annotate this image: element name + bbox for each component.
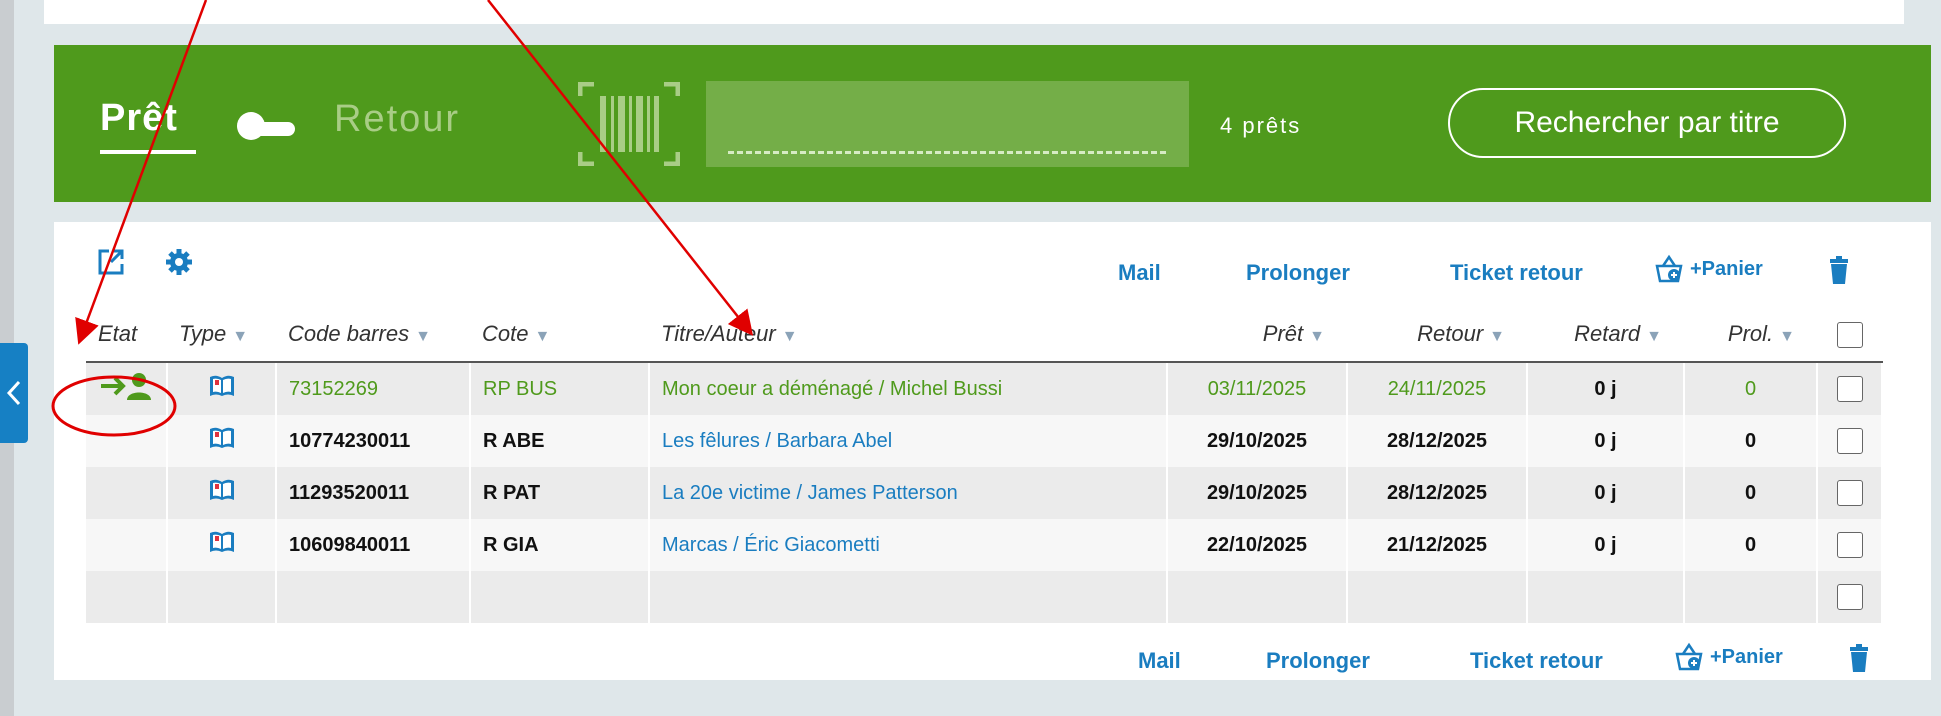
book-icon	[209, 479, 234, 500]
table-row-empty	[86, 571, 1883, 623]
table-row[interactable]: 11293520011 R PAT La 20e victime / James…	[86, 467, 1883, 519]
titre-auteur-link[interactable]: Les fêlures / Barbara Abel	[649, 415, 1168, 467]
loan-count: 4 prêts	[1220, 113, 1302, 138]
basket-add-icon[interactable]	[1674, 642, 1704, 672]
mode-toggle[interactable]	[237, 112, 297, 140]
col-titre-auteur[interactable]: Titre/Auteur ▼	[649, 307, 1167, 363]
chevron-left-icon	[6, 380, 21, 406]
col-pret[interactable]: Prêt ▼	[1167, 307, 1347, 363]
ticket-retour-button-top[interactable]: Ticket retour	[1450, 260, 1583, 286]
cote-cell: RP BUS	[470, 362, 650, 415]
export-icon[interactable]	[97, 248, 125, 276]
col-type[interactable]: Type ▼	[167, 307, 276, 363]
row-checkbox[interactable]	[1836, 532, 1863, 558]
loans-table: Etat Type ▼ Code barres ▼ Cote ▼ Titre/Aute…	[86, 307, 1883, 623]
pret-cell: 29/10/2025	[1167, 467, 1348, 519]
code-barres-cell: 11293520011	[276, 467, 471, 519]
row-checkbox[interactable]	[1836, 584, 1863, 610]
code-barres-cell: 10609840011	[276, 519, 471, 571]
ticket-retour-button-bottom[interactable]: Ticket retour	[1470, 648, 1603, 674]
retard-cell: 0 j	[1527, 415, 1685, 467]
table-row[interactable]: 10774230011 R ABE Les fêlures / Barbara …	[86, 415, 1883, 467]
retour-cell: 21/12/2025	[1347, 519, 1528, 571]
mail-button-bottom[interactable]: Mail	[1138, 648, 1181, 674]
trash-icon[interactable]	[1848, 644, 1870, 672]
select-cell	[1817, 415, 1883, 467]
code-barres-cell: 10774230011	[276, 415, 471, 467]
select-cell	[1817, 519, 1883, 571]
prol-cell: 0	[1684, 467, 1818, 519]
panier-button-top[interactable]: +Panier	[1690, 258, 1763, 281]
titre-auteur-link[interactable]: La 20e victime / James Patterson	[649, 467, 1168, 519]
sidebar-collapse-button[interactable]	[0, 343, 28, 443]
type-cell	[167, 415, 277, 467]
retour-cell: 28/12/2025	[1347, 415, 1528, 467]
titre-auteur-link[interactable]: Mon coeur a déménagé / Michel Bussi	[649, 362, 1168, 415]
col-prol[interactable]: Prol. ▼	[1684, 307, 1817, 363]
row-checkbox[interactable]	[1836, 376, 1863, 402]
table-header: Etat Type ▼ Code barres ▼ Cote ▼ Titre/Aute…	[86, 307, 1882, 363]
trash-icon[interactable]	[1828, 256, 1850, 284]
select-cell	[1817, 467, 1883, 519]
col-code-barres[interactable]: Code barres ▼	[276, 307, 470, 363]
basket-add-icon[interactable]	[1654, 254, 1684, 284]
select-all-checkbox[interactable]	[1836, 321, 1863, 348]
etat-cell	[86, 415, 168, 467]
retard-cell: 0 j	[1527, 519, 1685, 571]
retour-cell: 28/12/2025	[1347, 467, 1528, 519]
pret-cell: 03/11/2025	[1167, 362, 1348, 415]
prol-cell: 0	[1684, 415, 1818, 467]
book-icon	[209, 531, 234, 552]
prolonger-button-top[interactable]: Prolonger	[1246, 260, 1350, 286]
col-select-all	[1817, 307, 1882, 363]
col-retard[interactable]: Retard ▼	[1527, 307, 1684, 363]
gear-icon[interactable]	[164, 247, 194, 277]
retard-cell: 0 j	[1527, 467, 1685, 519]
pret-cell: 29/10/2025	[1167, 415, 1348, 467]
search-by-title-button[interactable]: Rechercher par titre	[1448, 88, 1846, 158]
code-barres-cell: 73152269	[276, 362, 471, 415]
book-icon	[209, 427, 234, 448]
prol-cell: 0	[1684, 362, 1818, 415]
prolonger-button-bottom[interactable]: Prolonger	[1266, 648, 1370, 674]
select-cell	[1817, 362, 1883, 415]
type-cell	[167, 519, 277, 571]
etat-cell	[86, 467, 168, 519]
tab-retour[interactable]: Retour	[334, 98, 460, 141]
col-cote[interactable]: Cote ▼	[470, 307, 649, 363]
row-checkbox[interactable]	[1836, 480, 1863, 506]
pret-cell: 22/10/2025	[1167, 519, 1348, 571]
top-card	[44, 0, 1904, 24]
prol-cell: 0	[1684, 519, 1818, 571]
col-etat[interactable]: Etat	[86, 307, 167, 363]
cote-cell: R GIA	[470, 519, 650, 571]
retour-cell: 24/11/2025	[1347, 362, 1528, 415]
cote-cell: R PAT	[470, 467, 650, 519]
table-row[interactable]: 73152269 RP BUS Mon coeur a déménagé / M…	[86, 362, 1883, 415]
barcode-icon[interactable]	[578, 82, 680, 166]
cote-cell: R ABE	[470, 415, 650, 467]
tab-pret-underline	[100, 150, 196, 154]
type-cell	[167, 362, 277, 415]
checkout-arrow-person-icon	[101, 373, 151, 400]
select-cell	[1817, 571, 1883, 623]
etat-cell	[86, 519, 168, 571]
tab-pret[interactable]: Prêt	[100, 97, 178, 140]
col-retour[interactable]: Retour ▼	[1347, 307, 1527, 363]
titre-auteur-link[interactable]: Marcas / Éric Giacometti	[649, 519, 1168, 571]
type-cell	[167, 467, 277, 519]
etat-cell	[86, 362, 168, 415]
table-row[interactable]: 10609840011 R GIA Marcas / Éric Giacomet…	[86, 519, 1883, 571]
book-icon	[209, 375, 234, 396]
mail-button-top[interactable]: Mail	[1118, 260, 1161, 286]
row-checkbox[interactable]	[1836, 428, 1863, 454]
panier-button-bottom[interactable]: +Panier	[1710, 646, 1783, 669]
retard-cell: 0 j	[1527, 362, 1685, 415]
barcode-input[interactable]	[706, 81, 1189, 167]
